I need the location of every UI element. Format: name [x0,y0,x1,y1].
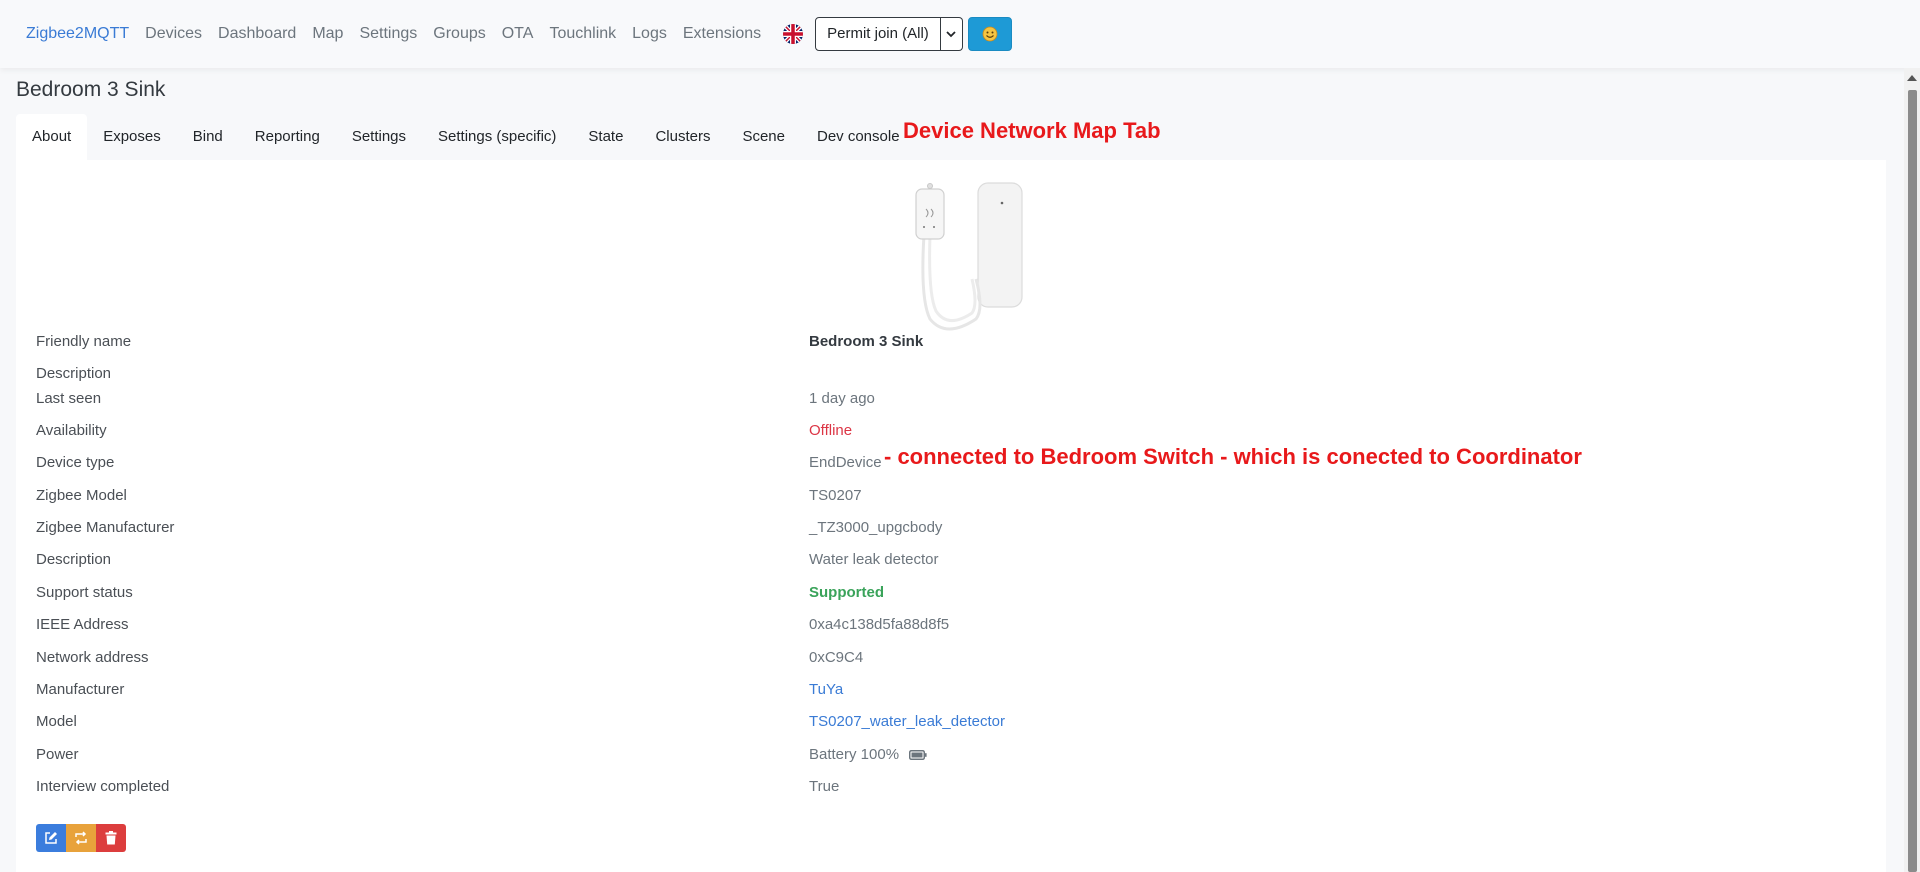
device-image [886,179,1026,333]
page-scrollbar[interactable] [1904,68,1920,872]
label-availability: Availability [36,422,107,439]
row-availability: Availability Offline [36,422,1536,444]
tab-bind[interactable]: Bind [177,114,239,160]
smiley-icon [982,26,998,42]
value-zigbee-manufacturer: _TZ3000_upgcbody [809,519,943,536]
nav-dashboard[interactable]: Dashboard [218,25,296,43]
nav-touchlink[interactable]: Touchlink [549,25,616,43]
tab-about[interactable]: About [16,114,88,160]
permit-join-button[interactable]: Permit join (All) [815,17,941,51]
label-description-top: Description [36,365,112,382]
value-network-address: 0xC9C4 [809,649,864,666]
tab-settings-specific[interactable]: Settings (specific) [422,114,572,160]
value-interview-completed: True [809,778,840,795]
value-power-wrap: Battery 100% [809,746,927,763]
nav-logs[interactable]: Logs [632,25,667,43]
row-description-top: Description [36,365,1536,387]
nav-devices[interactable]: Devices [145,25,202,43]
value-ieee-address: 0xa4c138d5fa88d8f5 [809,616,950,633]
battery-full-icon [909,750,927,761]
annotation-tab-note: Device Network Map Tab [903,118,1161,143]
page-title: Bedroom 3 Sink [16,78,166,101]
label-device-type: Device type [36,454,115,471]
tab-scene[interactable]: Scene [726,114,801,160]
value-device-type: EndDevice [809,454,882,471]
nav-groups[interactable]: Groups [433,25,485,43]
annotation-connection-note: - connected to Bedroom Switch - which is… [884,444,1582,469]
device-tabs: About Exposes Bind Reporting Settings Se… [16,114,916,160]
row-last-seen: Last seen 1 day ago [36,390,1536,412]
nav-extensions[interactable]: Extensions [683,25,761,43]
row-friendly-name: Friendly name Bedroom 3 Sink [36,333,1536,355]
scroll-thumb[interactable] [1908,90,1917,872]
row-power: Power Battery 100% [36,746,1536,768]
value-last-seen: 1 day ago [809,390,875,407]
tab-clusters[interactable]: Clusters [639,114,726,160]
top-navbar: Zigbee2MQTT Devices Dashboard Map Settin… [0,0,1920,68]
row-ieee-address: IEEE Address 0xa4c138d5fa88d8f5 [36,616,1536,638]
reconfigure-button[interactable] [66,824,96,852]
scroll-up-arrow-icon[interactable] [1907,75,1917,81]
trash-icon [105,831,117,845]
value-power: Battery 100% [809,746,900,763]
label-manufacturer: Manufacturer [36,681,125,698]
label-last-seen: Last seen [36,390,102,407]
chevron-down-icon [946,31,956,38]
label-interview-completed: Interview completed [36,778,170,795]
value-description: Water leak detector [809,551,939,568]
tab-exposes[interactable]: Exposes [87,114,177,160]
value-availability: Offline [809,422,853,439]
brand-link[interactable]: Zigbee2MQTT [26,25,129,43]
value-support-status: Supported [809,584,884,601]
edit-icon [45,832,57,844]
value-zigbee-model: TS0207 [809,487,862,504]
uk-flag-icon[interactable] [783,24,804,44]
row-zigbee-model: Zigbee Model TS0207 [36,487,1536,509]
value-friendly-name: Bedroom 3 Sink [809,333,924,350]
label-support-status: Support status [36,584,133,601]
row-network-address: Network address 0xC9C4 [36,649,1536,671]
row-support-status: Support status Supported [36,584,1536,606]
permit-join-dropdown-toggle[interactable] [940,17,963,51]
row-interview-completed: Interview completed True [36,778,1536,800]
tab-dev-console[interactable]: Dev console [801,114,916,160]
theme-toggle-button[interactable] [967,17,1012,51]
nav-map[interactable]: Map [312,25,343,43]
label-zigbee-manufacturer: Zigbee Manufacturer [36,519,175,536]
row-zigbee-manufacturer: Zigbee Manufacturer _TZ3000_upgcbody [36,519,1536,541]
row-description: Description Water leak detector [36,551,1536,573]
nav-settings[interactable]: Settings [359,25,417,43]
label-zigbee-model: Zigbee Model [36,487,127,504]
label-model: Model [36,713,77,730]
tab-state[interactable]: State [572,114,639,160]
label-power: Power [36,746,79,763]
permit-join-group: Permit join (All) [815,17,963,51]
tab-reporting[interactable]: Reporting [239,114,336,160]
edit-button[interactable] [36,824,66,852]
value-manufacturer-link[interactable]: TuYa [809,681,843,698]
label-ieee-address: IEEE Address [36,616,129,633]
value-model-link[interactable]: TS0207_water_leak_detector [809,713,1005,730]
row-model: Model TS0207_water_leak_detector [36,713,1536,735]
label-description: Description [36,551,112,568]
tab-settings[interactable]: Settings [336,114,422,160]
refresh-icon [75,831,87,845]
row-manufacturer: Manufacturer TuYa [36,681,1536,703]
device-actions [36,824,126,852]
nav-ota[interactable]: OTA [502,25,534,43]
delete-button[interactable] [96,824,126,852]
label-friendly-name: Friendly name [36,333,132,350]
label-network-address: Network address [36,649,149,666]
